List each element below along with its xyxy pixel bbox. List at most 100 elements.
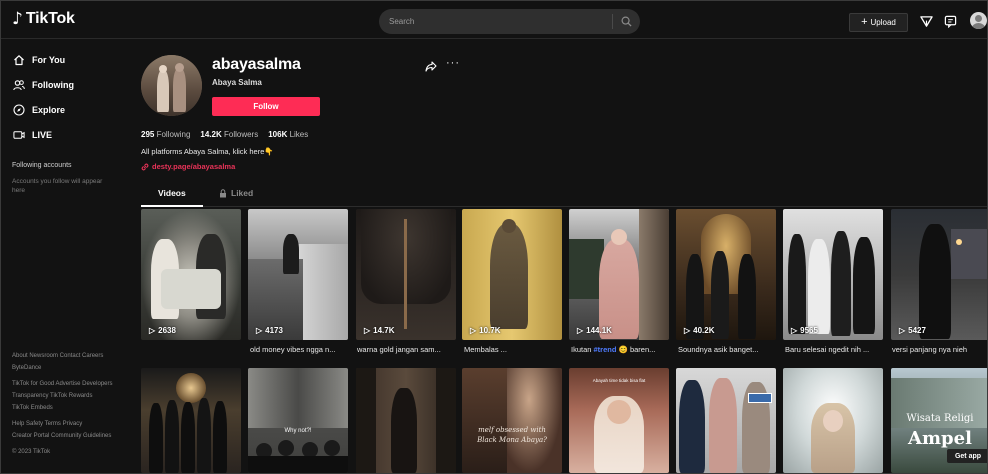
view-count: ▷ 2638 — [149, 326, 176, 335]
likes-label: Likes — [289, 130, 309, 139]
play-icon: ▷ — [470, 326, 477, 335]
hashtag[interactable]: #trend — [594, 345, 617, 354]
view-count-text: 14.7K — [373, 326, 395, 335]
following-label: Following — [156, 130, 191, 139]
video-overlay-text: Black Mona Abaya? — [477, 436, 547, 444]
compass-icon — [13, 104, 25, 116]
nav-for-you[interactable]: For You — [13, 54, 65, 66]
video-overlay-text: Why not?! — [284, 428, 312, 434]
play-icon: ▷ — [791, 326, 798, 335]
nav-for-you-label: For You — [32, 55, 66, 65]
sidebar: For You Following Explore LIVE Following… — [1, 40, 129, 473]
more-options-icon[interactable]: ··· — [446, 57, 460, 69]
play-icon: ▷ — [899, 326, 906, 335]
profile-bio: All platforms Abaya Salma, klick here👇 — [141, 147, 274, 156]
footer-links-6[interactable]: Help Safety Terms Privacy — [12, 421, 82, 427]
video-caption[interactable]: versi panjang nya nieh — [892, 345, 987, 354]
profile-avatar — [141, 55, 202, 116]
view-count: ▷ 40.2K — [684, 326, 715, 335]
search-icon — [621, 16, 632, 27]
view-count-text: 144.1K — [586, 326, 612, 335]
nav-explore-label: Explore — [32, 105, 66, 115]
video-card[interactable]: ▷ 14.7K — [356, 209, 456, 340]
video-card[interactable]: ▷ 5427 — [891, 209, 987, 340]
video-card[interactable]: Wisata Religi Ampel Get app — [891, 368, 987, 473]
follow-button[interactable]: Follow — [212, 97, 320, 116]
view-count: ▷ 9565 — [791, 326, 818, 335]
following-accounts-heading: Following accounts — [12, 162, 72, 169]
followers-stat[interactable]: 14.2K Followers — [200, 130, 258, 139]
tiktok-logo[interactable]: ♪ TikTok — [12, 9, 75, 29]
search-input[interactable]: Search — [379, 17, 612, 26]
following-stat[interactable]: 295 Following — [141, 130, 190, 139]
lock-icon — [220, 188, 226, 197]
nav-live-label: LIVE — [32, 130, 53, 140]
logo-text: TikTok — [25, 10, 75, 27]
video-caption[interactable]: Ikutan #trend 😊 baren... — [571, 345, 671, 354]
video-card[interactable]: ▷ 144.1K — [569, 209, 669, 340]
footer-links-1[interactable]: About Newsroom Contact Careers — [12, 353, 103, 359]
video-card[interactable]: ▷ 9565 — [783, 209, 883, 340]
caption-text: Ikutan — [571, 345, 594, 354]
view-count: ▷ 5427 — [899, 326, 926, 335]
video-overlay-text: Abayah time tidak bisa flat — [592, 378, 646, 383]
tab-liked[interactable]: Liked — [219, 188, 253, 198]
footer-links-3[interactable]: TikTok for Good Advertise Developers — [12, 381, 113, 387]
caption-text: 😊 baren... — [616, 345, 656, 354]
footer-links-5[interactable]: TikTok Embeds — [12, 405, 53, 411]
copyright: © 2023 TikTok — [12, 449, 51, 455]
user-avatar[interactable] — [970, 12, 987, 29]
video-card[interactable]: ▷ 4173 — [248, 209, 348, 340]
following-icon — [13, 79, 25, 91]
tiktok-profile-page: ♪ TikTok Search + Upload For You Followi… — [0, 0, 988, 474]
inbox-send-icon[interactable] — [918, 13, 934, 29]
video-card[interactable]: ▷ 40.2K — [676, 209, 776, 340]
video-card[interactable]: ▷ 10.7K — [462, 209, 562, 340]
upload-button[interactable]: + Upload — [849, 13, 908, 32]
video-card[interactable] — [141, 368, 241, 473]
view-count-text: 40.2K — [693, 326, 715, 335]
search-button[interactable] — [613, 9, 640, 34]
nav-explore[interactable]: Explore — [13, 104, 65, 116]
footer-links-2[interactable]: ByteDance — [12, 365, 41, 371]
followers-label: Followers — [223, 130, 259, 139]
search-bar[interactable]: Search — [379, 9, 640, 34]
get-app-button[interactable]: Get app — [947, 449, 987, 463]
video-overlay-text: Wisata Religi — [906, 413, 974, 424]
nav-following[interactable]: Following — [13, 79, 74, 91]
video-card[interactable]: ▷ 2638 — [141, 209, 241, 340]
video-card[interactable]: Why not?! — [248, 368, 348, 473]
following-accounts-hint: Accounts you follow will appear here — [12, 178, 103, 194]
tab-videos[interactable]: Videos — [158, 188, 186, 198]
upload-label: Upload — [870, 18, 896, 27]
tiktok-note-icon: ♪ — [12, 9, 23, 29]
view-count-text: 9565 — [800, 326, 818, 335]
profile-display-name: Abaya Salma — [212, 78, 262, 87]
video-card[interactable] — [783, 368, 883, 473]
video-caption[interactable]: warna gold jangan sam... — [357, 345, 457, 354]
nav-live[interactable]: LIVE — [13, 129, 52, 141]
video-card[interactable]: melf obsessed with Black Mona Abaya? — [462, 368, 562, 473]
profile-link[interactable]: desty.page/abayasalma — [141, 162, 235, 171]
share-icon[interactable] — [425, 59, 437, 77]
following-count: 295 — [141, 130, 155, 139]
video-card[interactable] — [676, 368, 776, 473]
video-card[interactable] — [356, 368, 456, 473]
view-count: ▷ 4173 — [256, 326, 283, 335]
video-card[interactable]: Abayah time tidak bisa flat — [569, 368, 669, 473]
footer-links-4[interactable]: Transparency TikTok Rewards — [12, 393, 92, 399]
nav-following-label: Following — [32, 80, 74, 90]
profile-username: abayasalma — [212, 56, 301, 73]
footer-links-7[interactable]: Creator Portal Community Guidelines — [12, 433, 111, 439]
live-icon — [13, 129, 25, 141]
video-caption[interactable]: old money vibes ngga n... — [250, 345, 350, 354]
messages-icon[interactable] — [942, 13, 958, 29]
video-caption[interactable]: Soundnya asik banget... — [678, 345, 778, 354]
video-caption[interactable]: Membalas ... — [464, 345, 564, 354]
likes-count: 106K — [268, 130, 288, 139]
play-icon: ▷ — [577, 326, 584, 335]
play-icon: ▷ — [364, 326, 371, 335]
link-icon — [141, 163, 149, 170]
video-caption[interactable]: Baru selesai ngedit nih ... — [785, 345, 885, 354]
followers-count: 14.2K — [200, 130, 222, 139]
